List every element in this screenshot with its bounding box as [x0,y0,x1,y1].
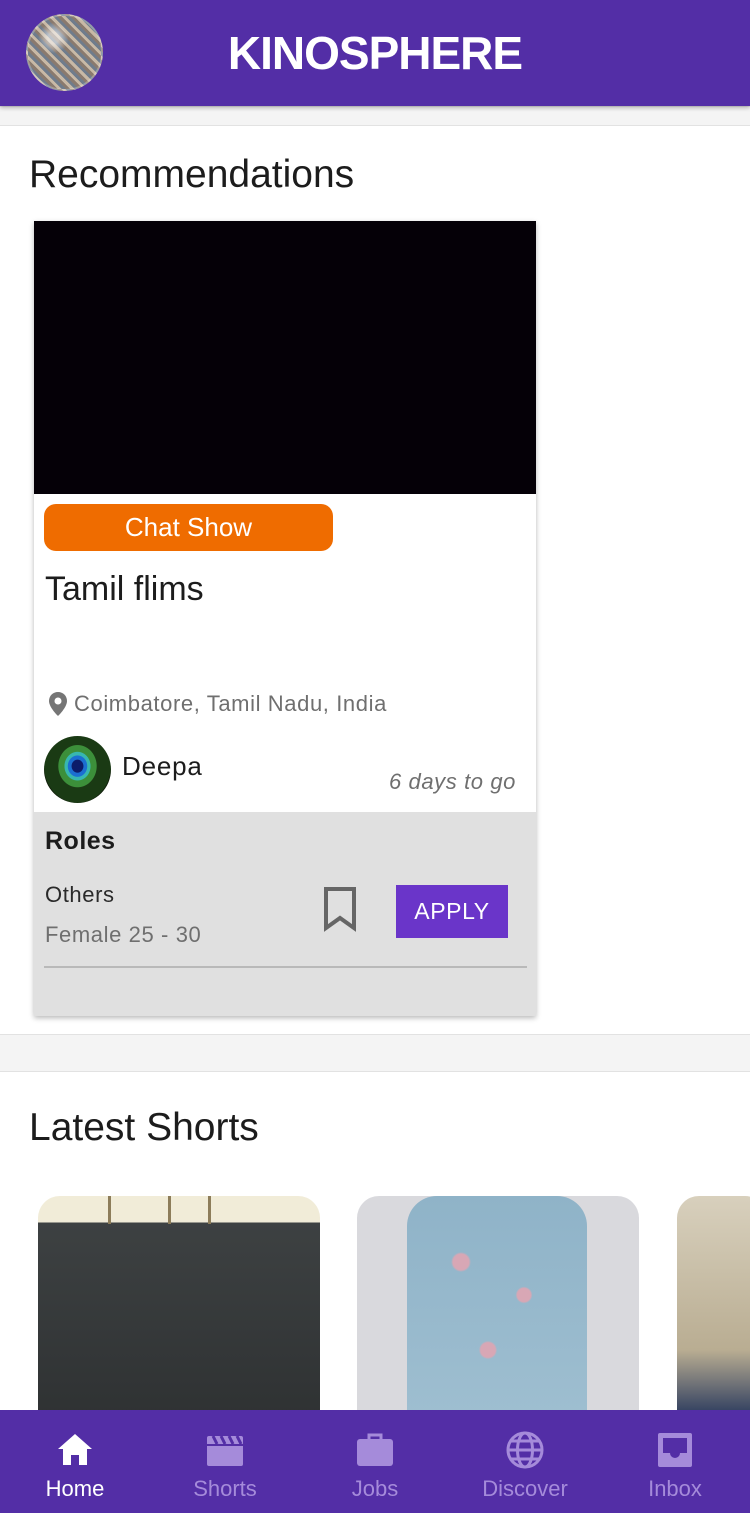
nav-item-inbox[interactable]: Inbox [600,1410,750,1513]
section-divider [0,1034,750,1072]
roles-heading: Roles [45,827,116,855]
home-icon [58,1434,92,1465]
nav-label: Jobs [351,1476,399,1501]
section-divider [0,106,750,126]
recommendation-card[interactable]: Chat Show Tamil flims Coimbatore, Tamil … [34,221,536,1016]
genre-tag: Chat Show [44,504,333,551]
clapperboard-icon [207,1435,243,1466]
globe-icon [506,1431,544,1469]
top-app-bar: KINOSPHERE [0,0,750,106]
card-title[interactable]: Tamil flims [45,570,204,609]
card-media-thumbnail[interactable] [34,221,536,494]
nav-item-home[interactable]: Home [0,1410,150,1513]
nav-label: Shorts [193,1476,257,1501]
brand-logo: KINOSPHERE [227,27,523,79]
roles-divider [44,966,527,968]
short-thumbnail[interactable] [357,1196,639,1416]
shorts-carousel[interactable] [0,1196,750,1416]
nav-label: Discover [482,1476,568,1501]
deadline-text: 6 days to go [388,769,516,794]
nav-label: Inbox [648,1476,702,1501]
location-text: Coimbatore, Tamil Nadu, India [74,691,387,716]
location-row: Coimbatore, Tamil Nadu, India [48,691,387,717]
poster-avatar[interactable] [44,736,111,803]
role-name: Others [45,882,115,907]
briefcase-icon [357,1433,393,1466]
nav-item-shorts[interactable]: Shorts [150,1410,300,1513]
nav-label: Home [45,1476,105,1501]
recommendations-title: Recommendations [29,153,355,196]
short-thumbnail[interactable] [38,1196,320,1416]
role-meta: Female 25 - 30 [45,922,202,947]
profile-avatar[interactable] [26,14,103,91]
short-thumbnail[interactable] [677,1196,750,1416]
nav-item-jobs[interactable]: Jobs [300,1410,450,1513]
apply-button[interactable]: APPLY [396,885,508,938]
bottom-navigation: Home Shorts Jobs Discover Inbox [0,1410,750,1513]
bookmark-icon[interactable] [322,886,358,932]
location-pin-icon [49,692,67,716]
poster-name[interactable]: Deepa [122,751,203,782]
nav-item-discover[interactable]: Discover [450,1410,600,1513]
app-root: KINOSPHERE Recommendations Chat Show Tam… [0,0,750,1513]
roles-panel: Roles Others Female 25 - 30 APPLY [34,812,536,1016]
latest-shorts-title: Latest Shorts [29,1106,259,1149]
inbox-icon [658,1433,692,1467]
